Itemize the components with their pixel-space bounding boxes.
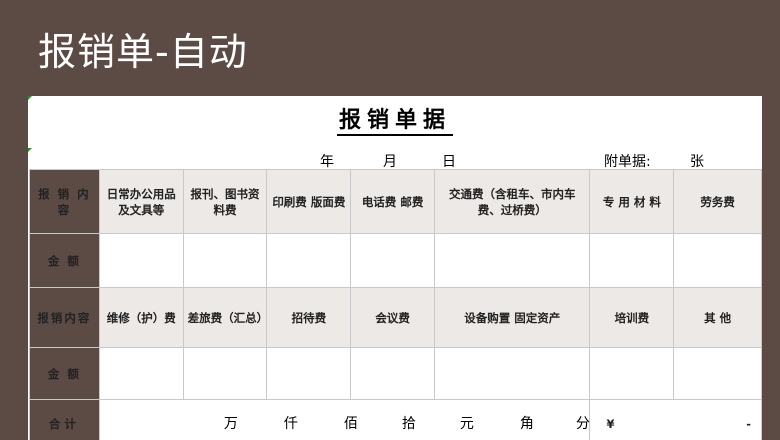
unit-label: 元 [459,415,474,432]
table-row: 金 额 [29,347,762,400]
currency-symbol: ¥ [606,416,615,431]
row-header-amount: 金 额 [29,233,100,288]
sheets-label: 张 [690,154,704,170]
year-label: 年 [320,154,334,170]
total-row: 合计 万 仟 佰 拾 元 角 分 ¥ - [29,399,762,440]
amount-cell[interactable] [266,233,352,288]
category-cell[interactable]: 电话费 邮费 [350,169,435,234]
unit-label: 佰 [343,415,358,432]
month-label: 月 [383,154,397,170]
category-cell[interactable]: 其 他 [673,287,762,348]
reimbursement-table: 报 销 内 容 日常办公用品及文具等 报刊、图书资料费 印刷费 版面费 电话费 … [29,169,762,440]
attachments-label: 附单据: [604,154,651,170]
amount-cell[interactable] [433,233,591,288]
amount-cell[interactable] [350,347,435,400]
category-cell[interactable]: 招待费 [266,287,352,348]
category-cell[interactable]: 劳务费 [673,169,762,234]
cell-marker-icon [28,148,32,152]
category-cell[interactable]: 培训费 [589,287,675,348]
table-row: 报 销 内 容 日常办公用品及文具等 报刊、图书资料费 印刷费 版面费 电话费 … [29,169,762,234]
table-row: 报销内容 维修（护）费 差旅费（汇总） 招待费 会议费 设备购置 固定资产 培训… [29,287,762,348]
amount-cell[interactable] [182,347,268,400]
total-amount-words[interactable]: 万 仟 佰 拾 元 角 分 [98,399,591,440]
category-cell[interactable]: 报刊、图书资料费 [182,169,268,234]
amount-cell[interactable] [98,347,184,400]
total-amount-figure[interactable]: ¥ - [589,399,762,440]
unit-label: 拾 [401,415,416,432]
category-cell[interactable]: 差旅费（汇总） [182,287,268,348]
unit-label: 仟 [283,415,298,432]
unit-label: 角 [519,415,534,432]
total-label: 合计 [29,399,100,440]
app-title: 报销单-自动 [38,30,248,74]
row-header-amount: 金 额 [29,347,100,400]
category-cell[interactable]: 会议费 [350,287,435,348]
amount-cell[interactable] [350,233,435,288]
document-title: 报销单据 [28,102,762,136]
unit-label: 万 [223,415,238,432]
row-header-content: 报 销 内 容 [29,169,100,234]
category-cell[interactable]: 维修（护）费 [98,287,184,348]
amount-cell[interactable] [182,233,268,288]
category-cell[interactable]: 印刷费 版面费 [266,169,352,234]
cell-marker-icon [28,96,32,100]
category-cell[interactable]: 专 用 材 料 [589,169,675,234]
amount-cell[interactable] [589,233,675,288]
table-row: 金 额 [29,233,762,288]
day-label: 日 [442,154,456,170]
category-cell[interactable]: 交通费（含租车、市内车费、过桥费） [433,169,591,234]
amount-cell[interactable] [673,233,762,288]
reimbursement-sheet: 报销单据 年 月 日 附单据: 张 报 销 内 容 日常办公用品及文具等 报刊、… [28,96,762,440]
category-cell[interactable]: 日常办公用品及文具等 [98,169,184,234]
row-header-content: 报销内容 [29,287,100,348]
total-value: - [746,416,751,431]
amount-cell[interactable] [98,233,184,288]
category-cell[interactable]: 设备购置 固定资产 [433,287,591,348]
amount-cell[interactable] [589,347,675,400]
amount-cell[interactable] [673,347,762,400]
amount-cell[interactable] [266,347,352,400]
amount-cell[interactable] [433,347,591,400]
unit-label: 分 [575,415,590,432]
